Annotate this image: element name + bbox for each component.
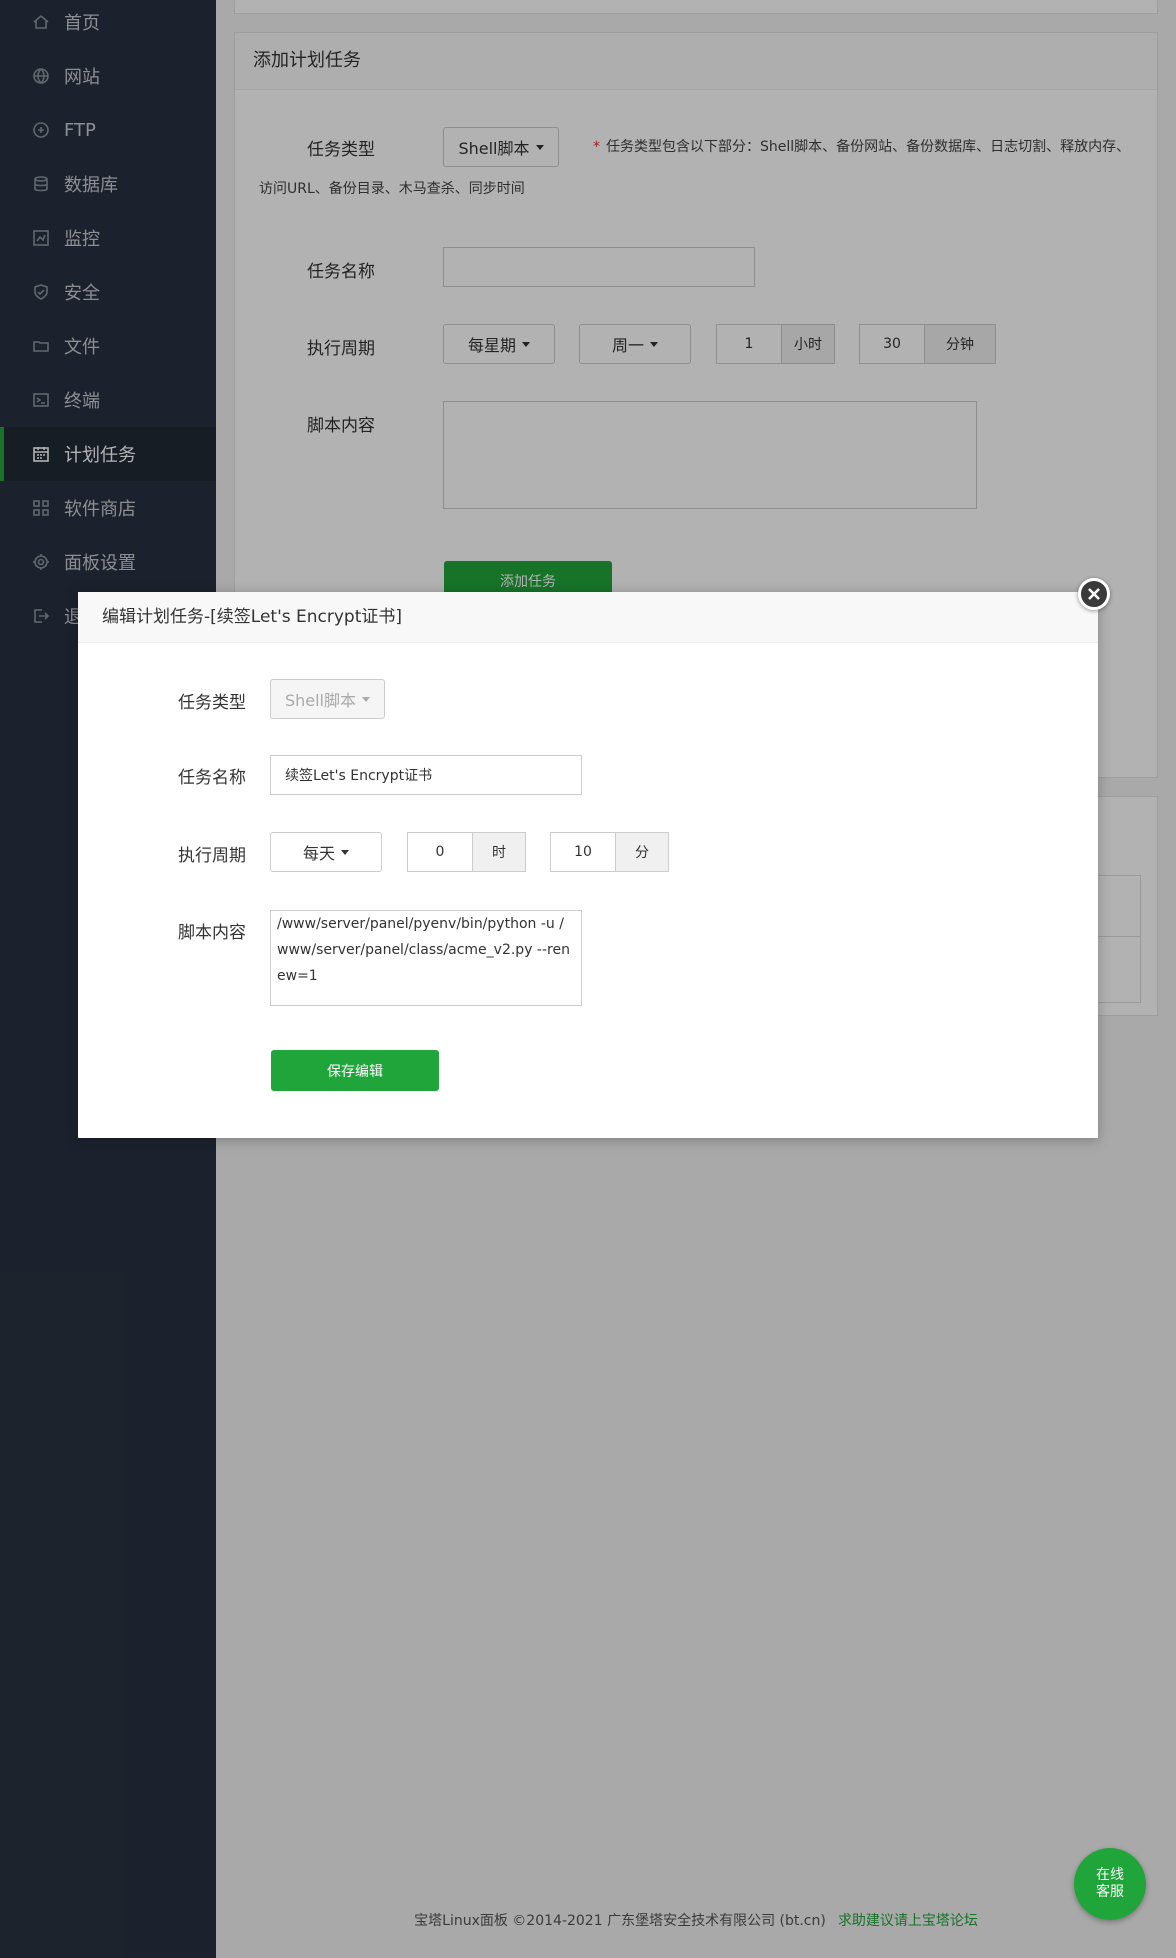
modal-task-name-label: 任务名称 — [178, 768, 246, 788]
modal-script-label: 脚本内容 — [178, 923, 246, 943]
modal-cycle-dropdown[interactable]: 每天 — [270, 832, 382, 872]
modal-cycle-value: 每天 — [302, 844, 335, 863]
modal-task-type-label: 任务类型 — [178, 693, 246, 713]
close-icon — [1088, 588, 1100, 600]
modal-minute-unit: 分 — [616, 832, 669, 872]
modal-task-name-input[interactable]: 续签Let's Encrypt证书 — [270, 755, 582, 795]
modal-minute-input[interactable]: 10 — [550, 832, 616, 872]
support-label: 在线 客服 — [1096, 1867, 1124, 1901]
modal-close-button[interactable] — [1078, 578, 1110, 610]
support-line-2: 客服 — [1096, 1884, 1124, 1900]
modal-task-type-dropdown: Shell脚本 — [270, 679, 385, 719]
edit-task-modal: 编辑计划任务-[续签Let's Encrypt证书] 任务类型 Shell脚本 … — [78, 592, 1098, 1138]
modal-hour-unit: 时 — [473, 832, 526, 872]
chevron-down-icon — [341, 849, 349, 855]
modal-title: 编辑计划任务-[续签Let's Encrypt证书] — [78, 592, 1098, 643]
support-line-1: 在线 — [1096, 1867, 1124, 1883]
modal-task-type-value: Shell脚本 — [284, 691, 357, 710]
chevron-down-icon — [362, 696, 371, 702]
online-support-button[interactable]: 在线 客服 — [1074, 1848, 1146, 1920]
modal-script-textarea[interactable]: /www/server/panel/pyenv/bin/python -u /w… — [270, 910, 582, 1006]
modal-hour-input[interactable]: 0 — [407, 832, 473, 872]
save-edit-button[interactable]: 保存编辑 — [271, 1050, 439, 1091]
modal-cycle-label: 执行周期 — [178, 846, 246, 866]
